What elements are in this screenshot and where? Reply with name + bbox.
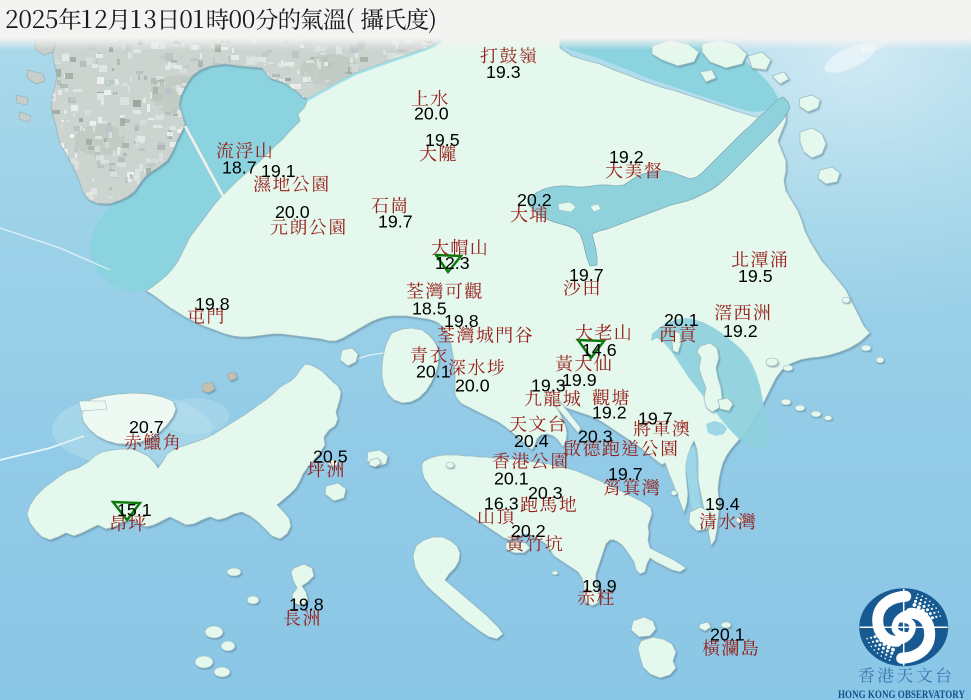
svg-text:19.8: 19.8 <box>289 595 324 615</box>
svg-text:19.8: 19.8 <box>195 294 230 314</box>
svg-text:19.7: 19.7 <box>378 212 413 232</box>
svg-text:18.5: 18.5 <box>412 299 447 319</box>
svg-text:14.6: 14.6 <box>582 340 617 360</box>
svg-text:19.7: 19.7 <box>569 265 604 285</box>
svg-text:20.3: 20.3 <box>578 427 613 447</box>
svg-text:16.3: 16.3 <box>484 494 519 514</box>
svg-text:19.9: 19.9 <box>582 576 617 596</box>
svg-text:19.2: 19.2 <box>592 403 627 423</box>
svg-text:20.1: 20.1 <box>494 469 529 489</box>
svg-text:19.5: 19.5 <box>425 130 460 150</box>
svg-text:20.1: 20.1 <box>664 310 699 330</box>
svg-text:20.4: 20.4 <box>514 431 549 451</box>
svg-text:19.3: 19.3 <box>531 376 566 396</box>
svg-text:20.2: 20.2 <box>511 521 546 541</box>
svg-text:12.3: 12.3 <box>435 253 470 273</box>
svg-text:20.0: 20.0 <box>414 104 449 124</box>
svg-text:20.1: 20.1 <box>416 362 451 382</box>
svg-text:19.2: 19.2 <box>723 321 758 341</box>
svg-text:20.0: 20.0 <box>275 202 310 222</box>
svg-text:20.7: 20.7 <box>129 417 164 437</box>
svg-text:20.2: 20.2 <box>517 190 552 210</box>
svg-text:20.1: 20.1 <box>710 625 745 645</box>
svg-text:20.0: 20.0 <box>455 376 490 396</box>
svg-text:19.5: 19.5 <box>738 266 773 286</box>
svg-text:19.2: 19.2 <box>609 147 644 167</box>
svg-text:19.7: 19.7 <box>638 409 673 429</box>
svg-text:19.8: 19.8 <box>444 311 479 331</box>
svg-text:19.3: 19.3 <box>486 62 521 82</box>
svg-text:19.4: 19.4 <box>705 494 740 514</box>
svg-text:19.9: 19.9 <box>562 370 597 390</box>
svg-text:18.7: 18.7 <box>222 158 257 178</box>
svg-text:19.7: 19.7 <box>608 464 643 484</box>
svg-text:HONG KONG OBSERVATORY: HONG KONG OBSERVATORY <box>838 687 965 700</box>
svg-text:19.1: 19.1 <box>261 161 296 181</box>
svg-text:20.5: 20.5 <box>313 447 348 467</box>
svg-text:20.3: 20.3 <box>528 483 563 503</box>
svg-text:15.1: 15.1 <box>117 500 152 520</box>
